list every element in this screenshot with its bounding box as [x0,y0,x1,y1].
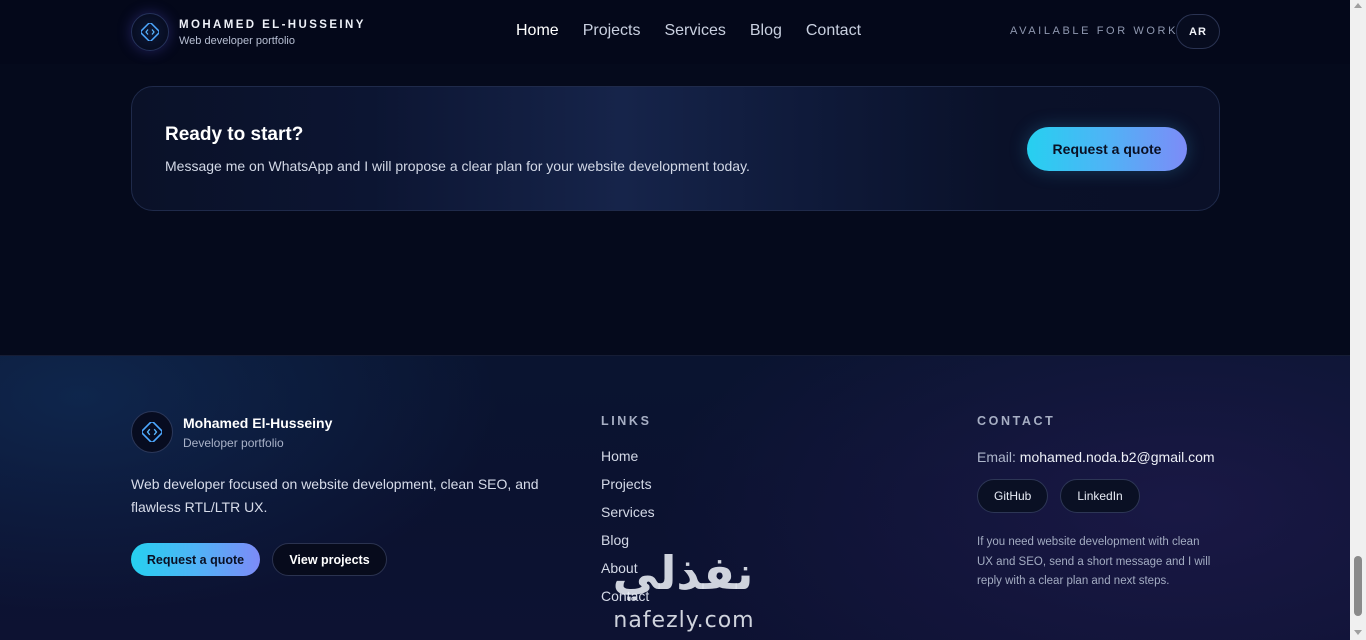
footer-brand: Mohamed El-Husseiny Developer portfolio [131,411,332,453]
contact-heading: CONTACT [977,414,1056,428]
nav-blog[interactable]: Blog [750,20,782,42]
language-toggle-button[interactable]: AR [1176,14,1220,49]
code-icon [131,13,169,51]
nav-home[interactable]: Home [516,20,559,42]
footer-links-list: Home Projects Services Blog About Contac… [601,448,655,616]
code-icon [131,411,173,453]
github-link[interactable]: GitHub [977,479,1049,513]
request-quote-button[interactable]: Request a quote [1027,127,1187,171]
brand-title: MOHAMED EL-HUSSEINY [179,18,366,31]
footer-link-services[interactable]: Services [601,504,655,532]
scrollbar-thumb[interactable] [1354,556,1362,616]
view-projects-button[interactable]: View projects [272,543,387,576]
links-heading: LINKS [601,414,652,428]
scroll-down-arrow-icon[interactable] [1354,630,1362,635]
social-links: GitHub LinkedIn [977,479,1217,513]
linkedin-link[interactable]: LinkedIn [1060,479,1140,513]
nav-services[interactable]: Services [664,20,725,42]
availability-status: AVAILABLE FOR WORK [1010,25,1179,37]
brand-subtitle: Web developer portfolio [179,34,295,47]
email-line: Email: mohamed.noda.b2@gmail.com [977,449,1217,465]
footer-brand-title: Mohamed El-Husseiny [183,414,333,431]
footer-link-blog[interactable]: Blog [601,532,655,560]
site-header: MOHAMED EL-HUSSEINY Web developer portfo… [0,0,1350,64]
nav-contact[interactable]: Contact [806,20,861,42]
footer-link-projects[interactable]: Projects [601,476,655,504]
footer-link-contact[interactable]: Contact [601,588,655,616]
footer-contact-column: CONTACT Email: mohamed.noda.b2@gmail.com… [977,414,1217,592]
main-nav: Home Projects Services Blog Contact [516,20,861,42]
cta-card: Ready to start? Message me on WhatsApp a… [131,86,1220,211]
site-footer: Mohamed El-Husseiny Developer portfolio … [0,355,1350,640]
footer-request-quote-button[interactable]: Request a quote [131,543,260,576]
nav-projects[interactable]: Projects [583,20,641,42]
email-link[interactable]: mohamed.noda.b2@gmail.com [1020,449,1215,465]
scroll-up-arrow-icon[interactable] [1354,3,1362,8]
brand[interactable]: MOHAMED EL-HUSSEINY Web developer portfo… [131,13,366,51]
footer-links-column: LINKS Home Projects Services Blog About … [601,414,655,616]
footer-link-about[interactable]: About [601,560,655,588]
cta-title: Ready to start? [165,124,304,145]
contact-note: If you need website development with cle… [977,536,1211,587]
footer-description: Web developer focused on website develop… [131,476,539,515]
page-scrollbar[interactable] [1350,0,1366,640]
footer-brand-subtitle: Developer portfolio [183,435,284,450]
cta-text: Message me on WhatsApp and I will propos… [165,158,750,174]
footer-link-home[interactable]: Home [601,448,655,476]
email-label: Email: [977,449,1016,465]
